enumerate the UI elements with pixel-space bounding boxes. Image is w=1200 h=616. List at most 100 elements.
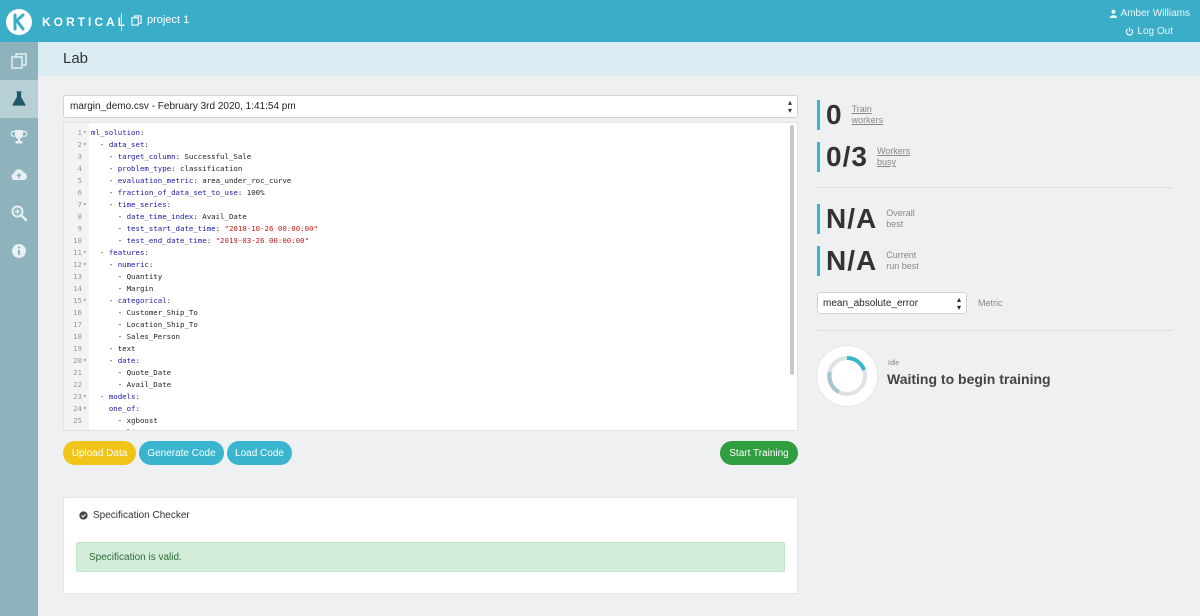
code-token: - [91, 212, 127, 221]
fold-toggle-icon[interactable]: ▾ [83, 247, 87, 259]
code-token: : area_under_roc_curve [193, 176, 292, 185]
line-number: 21 [73, 368, 82, 377]
code-line: 18 - Sales_Person [64, 331, 784, 343]
line-number: 20 [73, 356, 82, 365]
fold-toggle-icon[interactable]: ▾ [83, 295, 87, 307]
flask-icon [12, 91, 26, 106]
code-line: 1 ▾ ml_solution: [64, 127, 784, 139]
code-token: "2019-03-26 00:00:00" [215, 236, 310, 245]
fold-toggle-icon[interactable]: ▾ [83, 403, 87, 415]
line-number: 9 [77, 224, 82, 233]
start-training-button[interactable]: Start Training [720, 441, 798, 465]
sidebar-item-deploy[interactable] [0, 156, 38, 194]
overall-best-stat: N/A Overall best [817, 203, 915, 234]
upload-data-button[interactable]: Upload Data [63, 441, 136, 465]
code-token: - Quantity [91, 272, 163, 281]
top-bar: KORTICAL project 1 Amber Williams Log Ou… [0, 0, 1200, 42]
kortical-logo-icon[interactable] [6, 9, 32, 35]
line-text: - date: [91, 355, 140, 367]
logout-button[interactable]: Log Out [1125, 26, 1173, 37]
workers-busy-label[interactable]: Workers busy [877, 146, 910, 168]
code-token: data_set [108, 140, 145, 149]
code-lines: 1 ▾ ml_solution: 2 ▾ - data_set: 3 - target_c… [64, 127, 784, 430]
line-number: 23 [73, 392, 82, 401]
code-line: 25 - xgboost [64, 415, 784, 427]
dataset-select[interactable]: margin_demo.csv - February 3rd 2020, 1:4… [63, 95, 798, 118]
metric-select-value: mean_absolute_error [823, 298, 919, 309]
line-text: - numeric: [91, 259, 154, 271]
line-number: 12 [73, 260, 82, 269]
line-number: 26 [64, 427, 82, 430]
line-number: 4 [77, 164, 82, 173]
line-text: ml_solution: [91, 127, 144, 139]
code-token: - [91, 260, 118, 269]
code-token: : [166, 200, 172, 209]
code-line: 10 - test_end_date_time: "2019-03-26 00:… [64, 235, 784, 247]
fold-toggle-icon[interactable]: ▾ [83, 355, 87, 367]
code-token: target_column [117, 152, 176, 161]
stat-accent-bar [817, 246, 820, 276]
training-status-spinner [817, 346, 877, 406]
generate-code-button[interactable]: Generate Code [139, 441, 224, 465]
load-code-button[interactable]: Load Code [227, 441, 292, 465]
line-number: 11 [73, 248, 82, 257]
current-best-value: N/A [826, 245, 878, 276]
code-editor[interactable]: 1 ▾ ml_solution: 2 ▾ - data_set: 3 - target_c… [63, 122, 798, 431]
code-line: 3 - target_column: Successful_Sale [64, 151, 784, 163]
spec-checker-title: Specification Checker [93, 510, 190, 521]
current-best-label-line1: Current [886, 250, 917, 260]
fold-toggle-icon[interactable]: ▾ [83, 139, 87, 151]
line-number: 15 [73, 296, 82, 305]
code-token: time_series [117, 200, 167, 209]
code-line: 12 ▾ - numeric: [64, 259, 784, 271]
code-token: one_of [108, 404, 136, 413]
editor-scrollbar[interactable] [790, 125, 794, 375]
line-text: - test_end_date_time: "2019-03-26 00:00:… [91, 235, 309, 247]
code-line: 13 - Quantity [64, 271, 784, 283]
current-best-stat: N/A Current run best [817, 245, 919, 276]
select-arrows-icon: ▴ ▾ [787, 98, 792, 115]
sidebar-item-leaderboard[interactable] [0, 118, 38, 156]
line-text: - Quote_Date [91, 367, 171, 379]
sidebar-item-explain[interactable] [0, 194, 38, 232]
sidebar-item-projects[interactable] [0, 42, 38, 80]
current-best-label: Current run best [886, 250, 919, 272]
sidebar-item-lab[interactable] [0, 80, 38, 118]
sidebar-item-info[interactable] [0, 232, 38, 270]
line-text: - Location_Ship_To [91, 319, 198, 331]
line-number: 5 [77, 176, 82, 185]
stat-accent-bar [817, 100, 820, 130]
code-token: - Customer_Ship_To [91, 308, 198, 317]
workers-busy-stat: 0/3 Workers busy [817, 141, 910, 172]
code-token: date_time_index [126, 212, 194, 221]
line-number: 24 [73, 404, 82, 413]
code-token: fraction_of_data_set_to_use [117, 188, 238, 197]
line-text: - problem_type: classification [91, 163, 243, 175]
line-number: 14 [73, 284, 82, 293]
divider [817, 330, 1173, 331]
line-number: 25 [73, 416, 82, 425]
train-workers-stat: 0 Train workers [817, 99, 884, 130]
page-header: Lab [38, 42, 1200, 76]
line-text: - linear [91, 427, 154, 430]
project-link[interactable]: project 1 [131, 14, 189, 26]
code-token: - [91, 236, 127, 245]
code-line: 4 - problem_type: classification [64, 163, 784, 175]
code-token: : Successful_Sale [175, 152, 252, 161]
spinner-icon [827, 355, 867, 396]
trophy-icon [10, 130, 28, 144]
fold-toggle-icon[interactable]: ▾ [83, 127, 87, 139]
user-menu[interactable]: Amber Williams [1109, 8, 1190, 19]
workers-busy-value: 0/3 [826, 141, 868, 172]
metric-select[interactable]: mean_absolute_error ▴ ▾ [817, 292, 967, 314]
fold-toggle-icon[interactable]: ▾ [83, 259, 87, 271]
fold-toggle-icon[interactable]: ▾ [83, 391, 87, 403]
code-token: : Avail_Date [193, 212, 247, 221]
fold-toggle-icon[interactable]: ▾ [83, 199, 87, 211]
code-line: 7 ▾ - time_series: [64, 199, 784, 211]
train-workers-value: 0 [826, 99, 843, 130]
train-workers-label[interactable]: Train workers [852, 104, 884, 126]
dataset-select-value: margin_demo.csv - February 3rd 2020, 1:4… [70, 101, 296, 112]
line-text: - models: [91, 391, 140, 403]
line-text: - evaluation_metric: area_under_roc_curv… [91, 175, 291, 187]
